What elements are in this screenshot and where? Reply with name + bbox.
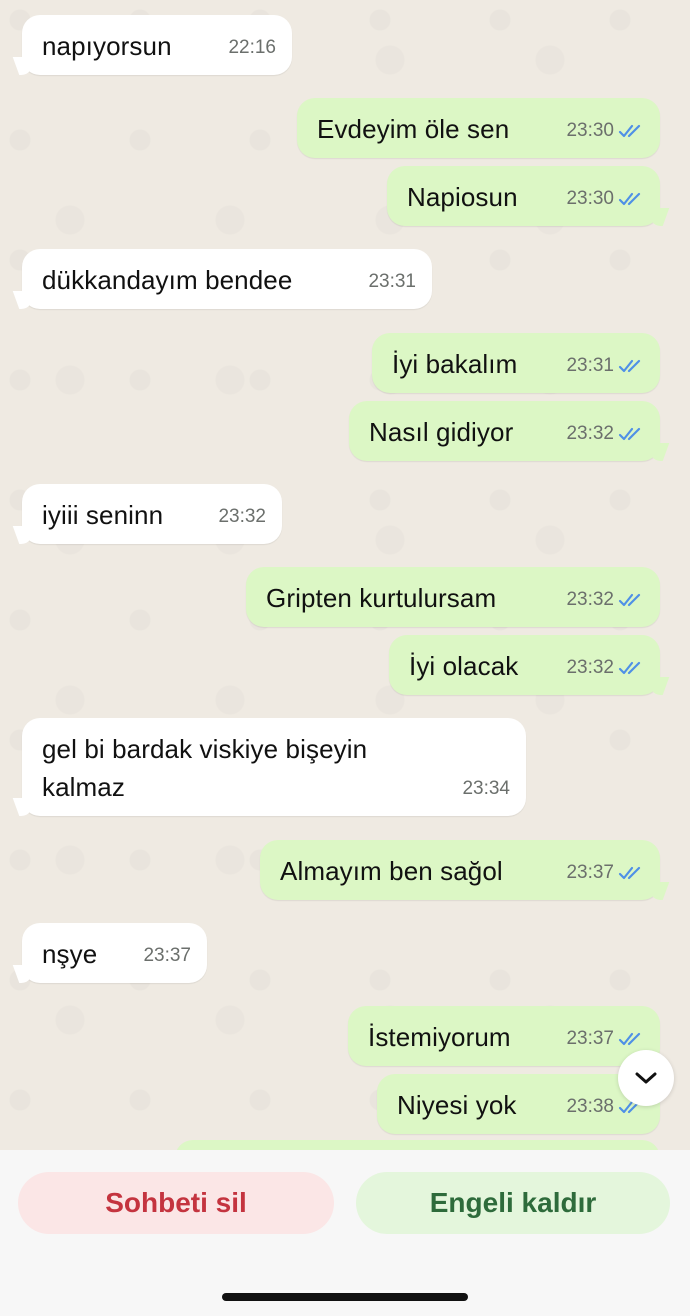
scroll-to-bottom-button[interactable] — [618, 1050, 674, 1106]
message-time: 23:38 — [566, 1096, 614, 1117]
message-bubble-incoming[interactable]: nşye 23:37 — [22, 923, 207, 983]
message-text: Napiosun — [407, 182, 518, 212]
message-time: 23:32 — [566, 657, 614, 678]
message-bubble-outgoing[interactable]: İyi bakalım 23:31 — [372, 333, 660, 393]
message-meta: 23:32 — [218, 498, 266, 536]
message-text: Evdeyim öle sen — [317, 114, 510, 144]
message-bubble-outgoing[interactable]: Napiosun 23:30 — [387, 166, 660, 226]
message-meta: 23:37 — [566, 854, 646, 892]
message-text: napıyorsun — [42, 31, 172, 61]
read-receipt-icon — [618, 359, 641, 373]
message-bubble-outgoing[interactable]: Gripten kurtulursam 23:32 — [246, 567, 660, 627]
message-bubble-outgoing[interactable]: İyi olacak 23:32 — [389, 635, 660, 695]
message-bubble-outgoing[interactable]: Evdeyim öle sen 23:30 — [297, 98, 660, 158]
read-receipt-icon — [618, 124, 641, 138]
message-meta: 23:30 — [566, 180, 646, 218]
message-text: Almayım ben sağol — [280, 856, 503, 886]
message-meta: 23:37 — [143, 937, 191, 975]
read-receipt-icon — [618, 866, 641, 880]
message-text: Gripten kurtulursam — [266, 583, 497, 613]
message-meta: 22:16 — [228, 29, 276, 67]
delete-chat-button[interactable]: Sohbeti sil — [18, 1172, 334, 1234]
read-receipt-icon — [618, 593, 641, 607]
message-meta: 23:34 — [462, 770, 510, 808]
message-bubble-outgoing[interactable]: Almayım ben sağol 23:37 — [260, 840, 660, 900]
message-meta: 23:32 — [566, 649, 646, 687]
message-time: 23:32 — [566, 423, 614, 444]
message-time: 23:37 — [566, 1028, 614, 1049]
message-bubble-incoming[interactable]: dükkandayım bendee 23:31 — [22, 249, 432, 309]
message-text: İstemiyorum — [368, 1022, 511, 1052]
message-meta: 23:31 — [566, 347, 646, 385]
message-text: gel bi bardak viskiye bişeyin kalmaz — [42, 734, 368, 802]
message-text: dükkandayım bendee — [42, 265, 293, 295]
message-time: 23:32 — [566, 589, 614, 610]
message-time: 23:31 — [368, 271, 416, 292]
message-text: İyi olacak — [409, 651, 519, 681]
message-text: İyi bakalım — [392, 349, 518, 379]
message-meta: 23:30 — [566, 112, 646, 150]
message-time: 23:31 — [566, 355, 614, 376]
message-meta: 23:32 — [566, 581, 646, 619]
message-time: 22:16 — [228, 37, 276, 58]
message-meta: 23:32 — [566, 415, 646, 453]
message-text: iyiii seninn — [42, 500, 164, 530]
message-text: nşye — [42, 939, 98, 969]
message-bubble-incoming[interactable]: iyiii seninn 23:32 — [22, 484, 282, 544]
message-text: Nasıl gidiyor — [369, 417, 514, 447]
message-time: 23:30 — [566, 188, 614, 209]
message-time: 23:34 — [462, 778, 510, 799]
read-receipt-icon — [618, 192, 641, 206]
message-meta: 23:31 — [368, 263, 416, 301]
message-bubble-incoming[interactable]: napıyorsun 22:16 — [22, 15, 292, 75]
message-time: 23:30 — [566, 120, 614, 141]
message-bubble-outgoing[interactable]: İstemiyorum 23:37 — [348, 1006, 660, 1066]
message-bubble-outgoing[interactable]: Nasıl gidiyor 23:32 — [349, 401, 660, 461]
read-receipt-icon — [618, 427, 641, 441]
unblock-button[interactable]: Engeli kaldır — [356, 1172, 670, 1234]
home-indicator[interactable] — [222, 1293, 468, 1301]
chevron-down-icon — [635, 1072, 657, 1084]
message-time: 23:37 — [566, 862, 614, 883]
message-time: 23:37 — [143, 945, 191, 966]
read-receipt-icon — [618, 661, 641, 675]
message-text: Niyesi yok — [397, 1090, 517, 1120]
message-time: 23:32 — [218, 506, 266, 527]
read-receipt-icon — [618, 1032, 641, 1046]
message-bubble-incoming[interactable]: gel bi bardak viskiye bişeyin kalmaz 23:… — [22, 718, 526, 816]
